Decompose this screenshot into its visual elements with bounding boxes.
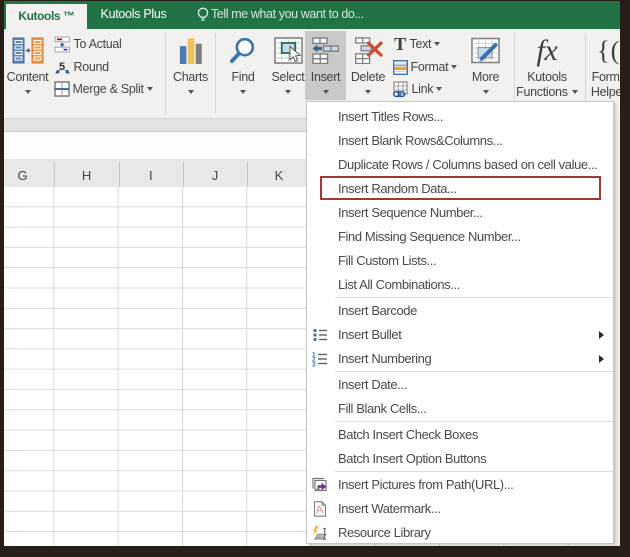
- svg-text:5: 5: [59, 61, 65, 73]
- svg-text:3: 3: [312, 361, 316, 366]
